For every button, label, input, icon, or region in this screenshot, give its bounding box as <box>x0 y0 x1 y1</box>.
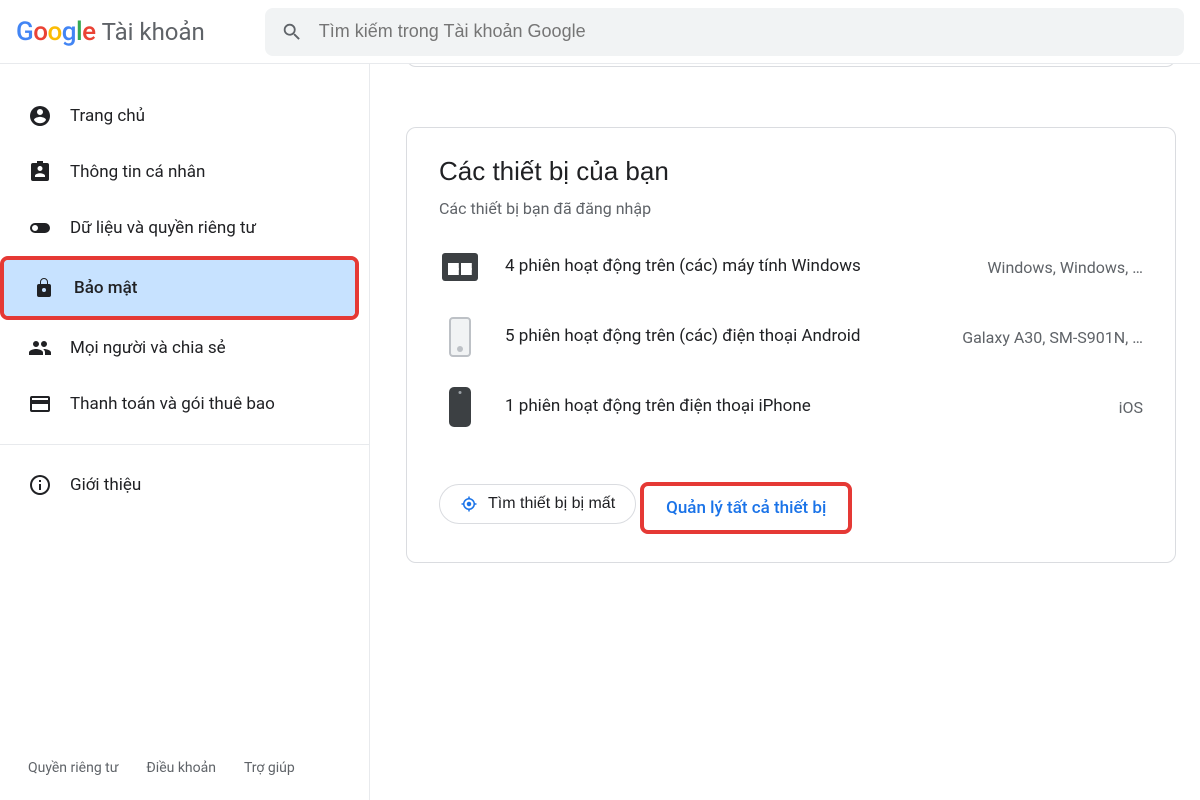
sidebar-item-label: Giới thiệu <box>70 475 141 495</box>
sidebar-footer: Quyền riêng tư Điều khoản Trợ giúp <box>0 736 369 800</box>
account-product-label: Tài khoản <box>102 18 205 46</box>
search-icon <box>281 21 303 43</box>
device-meta: Windows, Windows, … <box>987 258 1143 277</box>
device-meta: Galaxy A30, SM-S901N, … <box>962 328 1143 347</box>
target-icon <box>460 495 478 513</box>
find-lost-device-button[interactable]: Tìm thiết bị bị mất <box>439 484 636 524</box>
sidebar-item-personal-info[interactable]: Thông tin cá nhân <box>0 144 369 200</box>
windows-device-icon <box>439 246 481 288</box>
lock-icon <box>32 276 56 300</box>
highlight-manage-devices: Quản lý tất cả thiết bị <box>640 482 852 534</box>
google-account-logo[interactable]: Google Tài khoản <box>16 17 205 47</box>
sidebar-item-label: Dữ liệu và quyền riêng tư <box>70 218 256 238</box>
sidebar-item-label: Thanh toán và gói thuê bao <box>70 394 275 414</box>
toggle-icon <box>28 216 52 240</box>
sidebar: Trang chủ Thông tin cá nhân Dữ liệu và q… <box>0 64 370 800</box>
sidebar-item-home[interactable]: Trang chủ <box>0 88 369 144</box>
sidebar-divider <box>0 444 369 445</box>
sidebar-item-label: Trang chủ <box>70 106 145 126</box>
id-card-icon <box>28 160 52 184</box>
info-icon <box>28 473 52 497</box>
main-content: Khóa truy cập Các thiết bị của bạn Các t… <box>370 64 1200 800</box>
device-row-iphone[interactable]: 1 phiên hoạt động trên điện thoại iPhone… <box>439 386 1143 428</box>
sidebar-item-label: Bảo mật <box>74 278 137 298</box>
device-row-android[interactable]: 5 phiên hoạt động trên (các) điện thoại … <box>439 316 1143 358</box>
android-phone-icon <box>439 316 481 358</box>
footer-help-link[interactable]: Trợ giúp <box>244 760 295 776</box>
device-meta: iOS <box>1119 398 1143 417</box>
card-title: Các thiết bị của bạn <box>439 156 1143 187</box>
sidebar-item-payments[interactable]: Thanh toán và gói thuê bao <box>0 376 369 432</box>
device-description: 5 phiên hoạt động trên (các) điện thoại … <box>505 325 938 349</box>
highlight-security: Bảo mật <box>0 256 359 320</box>
sidebar-item-security[interactable]: Bảo mật <box>4 260 355 316</box>
people-icon <box>28 336 52 360</box>
manage-all-devices-link[interactable]: Quản lý tất cả thiết bị <box>666 498 826 518</box>
footer-terms-link[interactable]: Điều khoản <box>146 760 216 776</box>
card-subtitle: Các thiết bị bạn đã đăng nhập <box>439 199 1143 218</box>
sidebar-item-people-sharing[interactable]: Mọi người và chia sẻ <box>0 320 369 376</box>
user-circle-icon <box>28 104 52 128</box>
footer-privacy-link[interactable]: Quyền riêng tư <box>28 760 118 776</box>
device-description: 1 phiên hoạt động trên điện thoại iPhone <box>505 395 1095 419</box>
device-row-windows[interactable]: 4 phiên hoạt động trên (các) máy tính Wi… <box>439 246 1143 288</box>
find-lost-device-label: Tìm thiết bị bị mất <box>488 495 615 513</box>
google-logo: Google <box>16 17 96 47</box>
your-devices-card: Các thiết bị của bạn Các thiết bị bạn đã… <box>406 127 1176 563</box>
passkeys-card-partial: Khóa truy cập <box>406 64 1176 67</box>
card-icon <box>28 392 52 416</box>
search-bar[interactable] <box>265 8 1184 56</box>
sidebar-item-about[interactable]: Giới thiệu <box>0 457 369 513</box>
sidebar-item-data-privacy[interactable]: Dữ liệu và quyền riêng tư <box>0 200 369 256</box>
search-input[interactable] <box>319 21 1168 42</box>
iphone-device-icon <box>439 386 481 428</box>
device-description: 4 phiên hoạt động trên (các) máy tính Wi… <box>505 255 963 279</box>
sidebar-item-label: Mọi người và chia sẻ <box>70 338 226 358</box>
sidebar-item-label: Thông tin cá nhân <box>70 162 205 182</box>
app-header: Google Tài khoản <box>0 0 1200 64</box>
